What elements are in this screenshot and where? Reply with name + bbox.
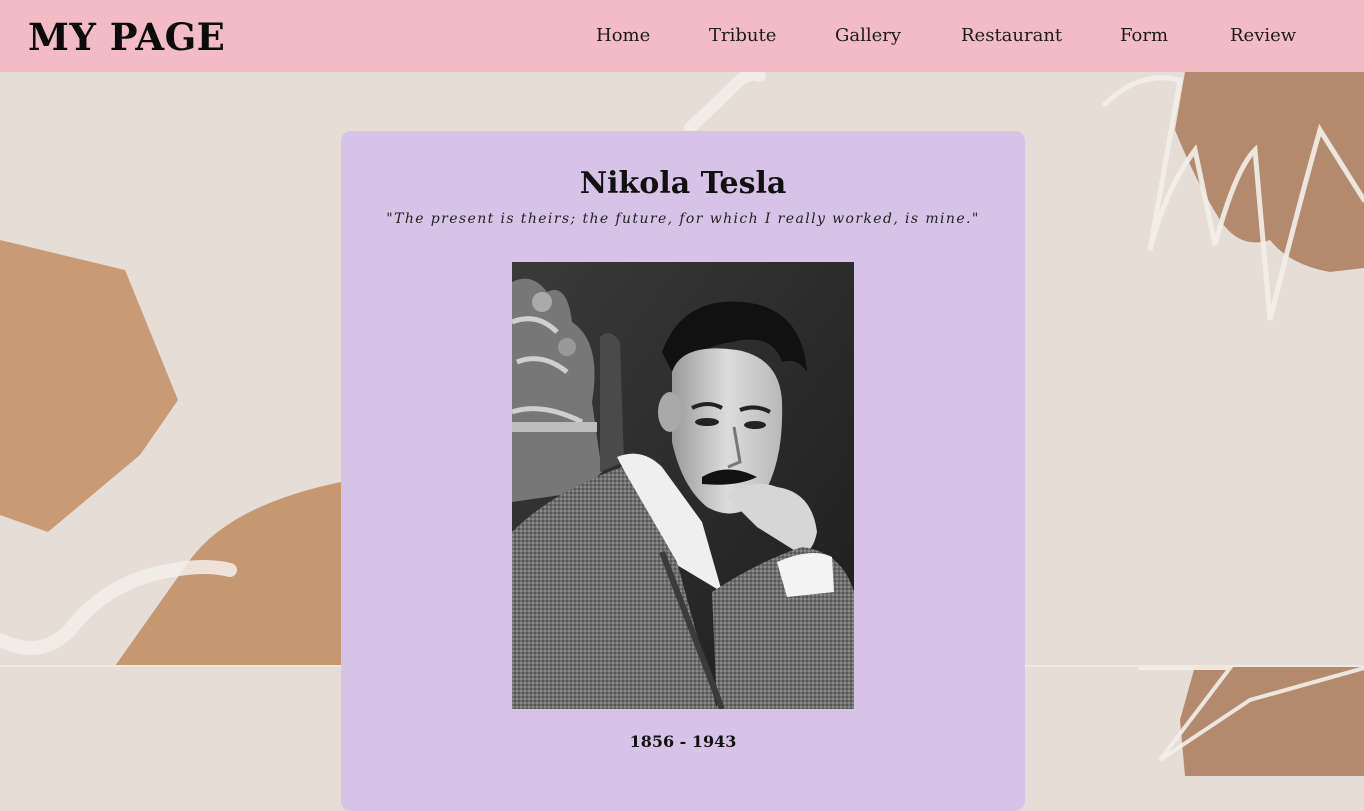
- nav-restaurant[interactable]: Restaurant: [961, 24, 1062, 48]
- nav-tribute[interactable]: Tribute: [709, 24, 776, 48]
- nav-home[interactable]: Home: [596, 24, 650, 48]
- portrait-drawing: [512, 262, 854, 709]
- nav-review[interactable]: Review: [1230, 24, 1296, 48]
- tribute-title: Nikola Tesla: [579, 166, 787, 201]
- nav-gallery[interactable]: Gallery: [835, 24, 901, 48]
- top-navbar: MY PAGE Home Tribute Gallery Restaurant …: [0, 0, 1364, 72]
- tribute-years: 1856 - 1943: [629, 732, 737, 751]
- tan-shape-left: [0, 240, 178, 532]
- nav-form[interactable]: Form: [1120, 24, 1168, 48]
- ribbon-top: [684, 68, 766, 134]
- tribute-card: Nikola Tesla "The present is theirs; the…: [341, 131, 1025, 811]
- brown-shape-right-top: [1175, 72, 1364, 272]
- brown-shape-right-bottom: [1180, 666, 1364, 776]
- tribute-portrait-image: [512, 262, 854, 709]
- tribute-quote: "The present is theirs; the future, for …: [386, 211, 980, 227]
- site-brand[interactable]: MY PAGE: [28, 14, 225, 60]
